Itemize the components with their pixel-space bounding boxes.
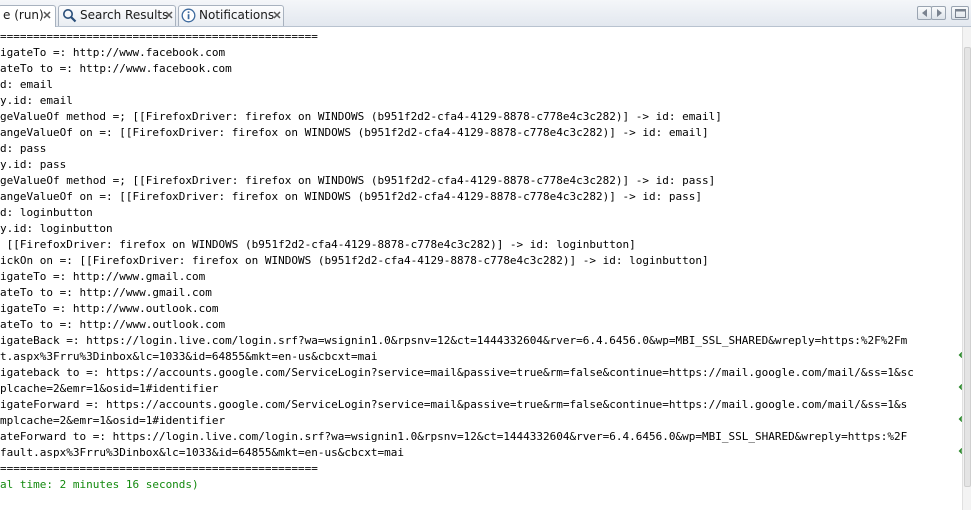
window-icon <box>955 9 966 18</box>
output-tab-bar: e (run) Search Results Notifications <box>0 0 971 27</box>
tab-list-button[interactable] <box>951 6 969 20</box>
console-line: ateTo to =: http://www.facebook.com <box>0 62 232 75</box>
close-icon[interactable] <box>165 11 173 19</box>
close-icon[interactable] <box>273 11 281 19</box>
console-line: igateBack =: https://login.live.com/logi… <box>0 334 908 347</box>
console-line: fault.aspx%3Frru%3Dinbox&lc=1033&id=6485… <box>0 446 404 459</box>
console-line: geValueOf method =; [[FirefoxDriver: fir… <box>0 174 716 187</box>
scrollbar-thumb[interactable] <box>964 47 971 487</box>
scroll-tabs-left-button[interactable] <box>917 6 932 20</box>
console-output[interactable]: ========================================… <box>0 29 958 510</box>
console-line: ateTo to =: http://www.gmail.com <box>0 286 212 299</box>
tab-search-results-label: Search Results <box>80 8 169 22</box>
console-line: igateTo =: http://www.gmail.com <box>0 270 206 283</box>
tab-run-label: e (run) <box>3 8 44 22</box>
close-icon[interactable] <box>43 11 51 19</box>
console-line: t.aspx%3Frru%3Dinbox&lc=1033&id=64855&mk… <box>0 350 378 363</box>
console-line: ========================================… <box>0 462 318 475</box>
console-line: ateTo to =: http://www.outlook.com <box>0 318 226 331</box>
console-line: ========================================… <box>0 30 318 43</box>
console-line: ateForward to =: https://login.live.com/… <box>0 430 908 443</box>
info-icon <box>181 8 196 23</box>
magnifier-icon <box>63 9 77 23</box>
tab-search-results[interactable]: Search Results <box>58 5 176 26</box>
console-line: igateForward =: https://accounts.google.… <box>0 398 908 411</box>
console-line: y.id: pass <box>0 158 67 171</box>
console-line: geValueOf method =; [[FirefoxDriver: fir… <box>0 110 722 123</box>
console-line: d: loginbutton <box>0 206 93 219</box>
console-line: igateTo =: http://www.facebook.com <box>0 46 226 59</box>
console-line: igateback to =: https://accounts.google.… <box>0 366 914 379</box>
chevron-right-icon <box>937 9 942 17</box>
console-line: ickOn on =: [[FirefoxDriver: firefox on … <box>0 254 709 267</box>
console-line: igateTo =: http://www.outlook.com <box>0 302 219 315</box>
console-line: y.id: loginbutton <box>0 222 113 235</box>
console-line: d: email <box>0 78 53 91</box>
console-line: al time: 2 minutes 16 seconds) <box>0 478 199 491</box>
console-line: plcache=2&emr=1&osid=1#identifier <box>0 382 219 395</box>
tab-notifications-label: Notifications <box>199 8 275 22</box>
console-line: d: pass <box>0 142 47 155</box>
console-line: angeValueOf on =: [[FirefoxDriver: firef… <box>0 126 709 139</box>
vertical-scrollbar[interactable] <box>962 27 971 510</box>
console-line: angeValueOf on =: [[FirefoxDriver: firef… <box>0 190 702 203</box>
console-line: [[FirefoxDriver: firefox on WINDOWS (b95… <box>0 238 636 251</box>
console-line: mplcache=2&emr=1&osid=1#identifier <box>0 414 226 427</box>
chevron-left-icon <box>922 9 927 17</box>
console-line: y.id: email <box>0 94 73 107</box>
tab-notifications[interactable]: Notifications <box>178 5 284 26</box>
scroll-tabs-right-button[interactable] <box>931 6 946 20</box>
